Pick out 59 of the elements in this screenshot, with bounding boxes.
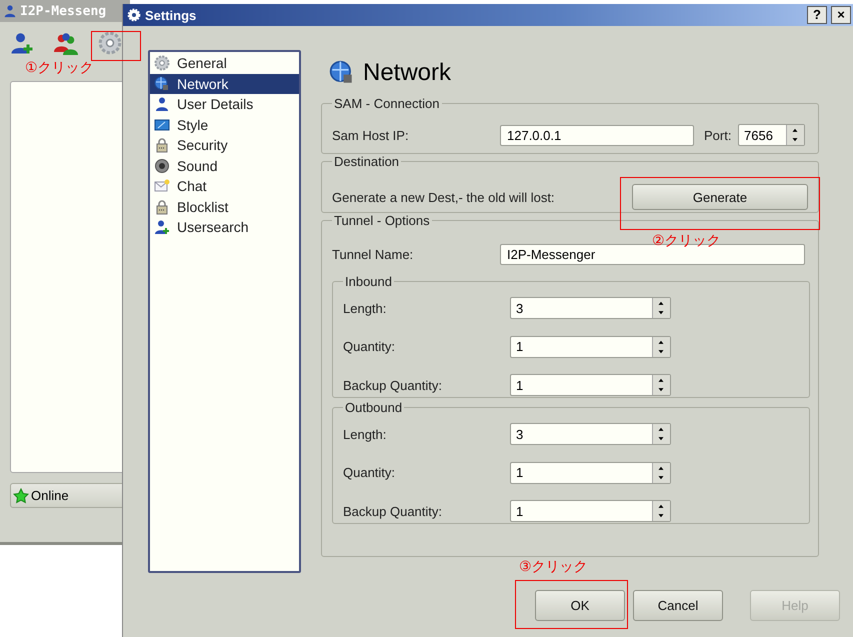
gear-icon [127, 8, 141, 22]
envelope-icon [154, 178, 170, 194]
input-field[interactable]: 127.0.0.1 [500, 124, 694, 146]
highlight-frame [91, 31, 141, 61]
spin-box[interactable]: 3 [510, 297, 671, 320]
description-text: Generate a new Dest,- the old will lost: [332, 190, 555, 204]
group-label: SAM - Connection [333, 96, 440, 111]
category-item[interactable]: Network [150, 74, 299, 94]
page-heading: Network [363, 59, 452, 87]
spin-box[interactable]: 7656 [738, 124, 805, 146]
user-group-icon[interactable] [54, 31, 78, 55]
speaker-icon [154, 158, 170, 174]
window-title: I2P-Messeng [20, 4, 106, 18]
field-label: Sam Host IP: [332, 128, 410, 142]
spin-box[interactable]: 1 [510, 462, 671, 484]
spin-box[interactable]: 1 [510, 500, 671, 522]
user-add-icon[interactable] [10, 31, 34, 55]
annotation-text: ③クリック [519, 558, 588, 576]
monitor-icon [154, 116, 170, 133]
gear-icon [154, 55, 170, 72]
window-title: Settings [145, 8, 196, 22]
annotation-text: ①クリック [25, 59, 94, 77]
group-label: Destination [333, 154, 400, 169]
generate-button[interactable]: Generate [632, 184, 808, 210]
category-item[interactable]: Sound [150, 156, 299, 176]
category-item[interactable]: Chat [150, 176, 299, 196]
field-label: Quantity: [343, 465, 396, 480]
category-item[interactable]: General [150, 53, 299, 74]
field-label: Port: [704, 128, 732, 142]
field-label: Quantity: [343, 339, 396, 354]
field-label: Tunnel Name: [332, 246, 414, 262]
dialog-button[interactable]: OK [535, 590, 625, 621]
spin-box[interactable]: 3 [510, 423, 671, 446]
field-label: Length: [343, 300, 388, 316]
close-button[interactable]: × [831, 6, 851, 24]
category-item[interactable]: Usersearch [150, 217, 299, 238]
user-icon [3, 4, 17, 18]
user-add-icon [154, 219, 170, 236]
lock-icon [154, 137, 170, 154]
lock-icon [154, 198, 170, 215]
group-label: Outbound [344, 400, 404, 415]
group-label: Tunnel - Options [333, 213, 431, 228]
category-item[interactable]: Blocklist [150, 196, 299, 217]
user-icon [154, 96, 170, 112]
globe-icon [329, 60, 355, 86]
category-item[interactable]: User Details [150, 94, 299, 114]
group-label: Inbound [344, 274, 393, 289]
field-label: Backup Quantity: [343, 504, 443, 519]
spin-box[interactable]: 1 [510, 374, 671, 396]
category-item[interactable]: Style [150, 114, 299, 135]
field-label: Length: [343, 426, 388, 442]
category-item[interactable]: Security [150, 135, 299, 156]
field-label: Backup Quantity: [343, 378, 443, 393]
star-icon [13, 488, 29, 504]
dialog-button[interactable]: Cancel [633, 590, 723, 621]
help-button[interactable]: ? [807, 6, 827, 24]
spin-box[interactable]: 1 [510, 336, 671, 358]
globe-icon [154, 76, 170, 92]
gear-icon[interactable] [98, 31, 122, 55]
